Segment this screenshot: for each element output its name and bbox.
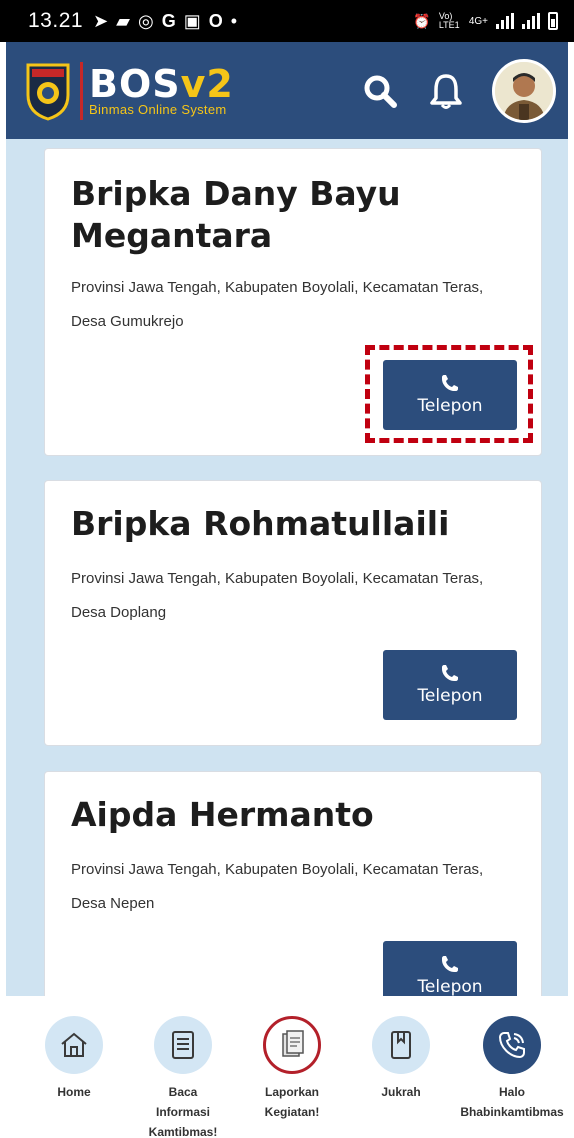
app-subtitle: Binmas Online System (89, 102, 227, 117)
notification-icons: ➤ ▰ ◎ G ▣ O • (93, 11, 237, 32)
status-time: 13.21 (28, 9, 84, 32)
alarm-icon: ⏰ (413, 12, 431, 29)
nav-laporkan-kegiatan[interactable]: Laporkan Kegiatan! (236, 1016, 348, 1122)
phone-icon (442, 956, 458, 972)
system-icons: ⏰ Vo) LTE1 4G+ (413, 12, 558, 30)
home-icon (45, 1016, 103, 1074)
bell-icon[interactable] (426, 71, 466, 111)
officer-address: Provinsi Jawa Tengah, Kabupaten Boyolali… (71, 861, 484, 912)
signal-icon (522, 13, 540, 29)
officer-card: Bripka Rohmatullaili Provinsi Jawa Tenga… (44, 480, 542, 746)
officer-name: Bripka Dany Bayu Megantara (71, 174, 401, 255)
search-icon[interactable] (360, 71, 400, 111)
circle-icon: O (208, 10, 223, 31)
telepon-button[interactable]: Telepon (383, 650, 517, 720)
more-dot-icon: • (230, 10, 238, 31)
app-header: BOSv2 Binmas Online System (6, 42, 568, 139)
telepon-label: Telepon (417, 686, 483, 706)
officer-name: Aipda Hermanto (71, 795, 374, 834)
header-actions (360, 58, 556, 123)
telegram-icon: ➤ (93, 10, 109, 31)
report-icon (263, 1016, 321, 1074)
nav-home[interactable]: Home (18, 1016, 130, 1102)
google-icon: G (161, 10, 176, 31)
volte-label: Vo) LTE1 (438, 11, 460, 30)
telepon-label: Telepon (417, 977, 483, 997)
phone-icon (442, 665, 458, 681)
officer-card: Aipda Hermanto Provinsi Jawa Tengah, Kab… (44, 771, 542, 999)
chat-icon: ▰ (116, 10, 130, 31)
nav-label: Baca Informasi Kamtibmas! (148, 1085, 218, 1138)
book-icon (372, 1016, 430, 1074)
nav-jukrah[interactable]: Jukrah (345, 1016, 457, 1102)
signal-icon (496, 13, 514, 29)
nav-label: Laporkan Kegiatan! (264, 1085, 320, 1119)
app-icon: ▣ (183, 10, 201, 31)
network-type: 4G+ (468, 15, 488, 27)
status-bar: 13.21 ➤ ▰ ◎ G ▣ O • ⏰ Vo) LTE1 4G+ (0, 0, 574, 42)
nav-halo-bhabinkamtibmas[interactable]: Halo Bhabinkamtibmas (456, 1016, 568, 1122)
nav-baca-informasi[interactable]: Baca Informasi Kamtibmas! (127, 1016, 239, 1138)
document-icon (154, 1016, 212, 1074)
officer-list[interactable]: Bripka Dany Bayu Megantara Provinsi Jawa… (6, 139, 568, 999)
telepon-button[interactable]: Telepon (383, 941, 517, 999)
officer-name: Bripka Rohmatullaili (71, 504, 450, 543)
nav-label: Jukrah (381, 1085, 421, 1099)
officer-card: Bripka Dany Bayu Megantara Provinsi Jawa… (44, 148, 542, 456)
app-icon: ◎ (138, 10, 154, 31)
officer-address: Provinsi Jawa Tengah, Kabupaten Boyolali… (71, 279, 484, 330)
highlight-annotation (365, 345, 533, 443)
nav-label: Halo Bhabinkamtibmas (460, 1085, 564, 1119)
avatar[interactable] (492, 58, 556, 123)
battery-icon (548, 12, 558, 30)
logo-divider (80, 61, 83, 120)
nav-label: Home (57, 1085, 91, 1099)
phone-call-icon (483, 1016, 541, 1074)
bottom-nav: Home Baca Informasi Kamtibmas! Laporkan … (0, 996, 574, 1138)
brand: BOSv2 Binmas Online System (89, 64, 234, 117)
officer-address: Provinsi Jawa Tengah, Kabupaten Boyolali… (71, 570, 484, 621)
binmas-logo (24, 61, 72, 121)
app-title: BOSv2 (89, 62, 234, 106)
